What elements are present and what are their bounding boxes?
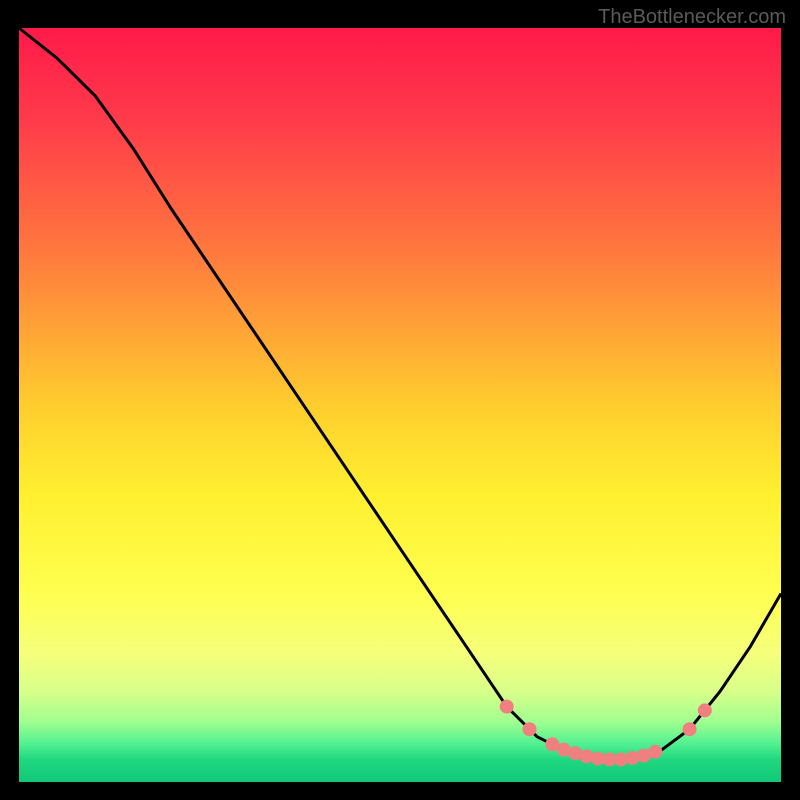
marker-dot [683, 722, 697, 736]
marker-dot [648, 745, 662, 759]
marker-dot [523, 722, 537, 736]
marker-dots [19, 28, 781, 782]
plot-area [19, 28, 781, 782]
marker-dot [698, 703, 712, 717]
attribution-label: TheBottlenecker.com [598, 6, 786, 29]
marker-dot [500, 700, 514, 714]
